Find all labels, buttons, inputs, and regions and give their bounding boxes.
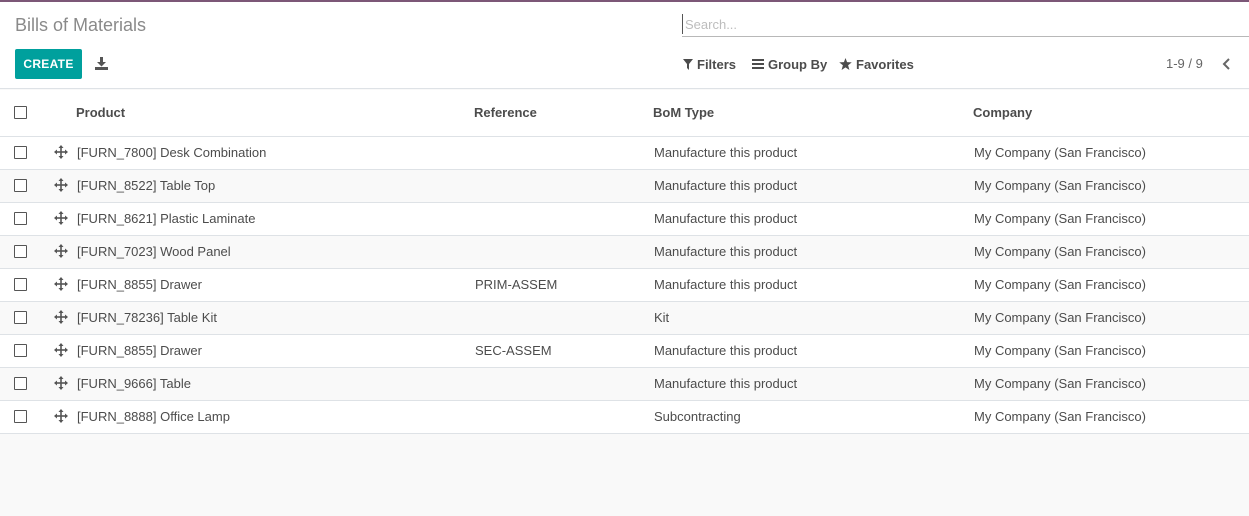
column-header-bom-type[interactable]: BoM Type bbox=[653, 105, 714, 120]
move-handle-icon[interactable] bbox=[54, 277, 68, 291]
cell-product: [FURN_8621] Plastic Laminate bbox=[77, 211, 256, 226]
cell-company: My Company (San Francisco) bbox=[974, 310, 1146, 325]
cell-bom-type: Manufacture this product bbox=[654, 343, 798, 358]
cell-bom-type: Manufacture this product bbox=[654, 376, 798, 391]
favorites-label: Favorites bbox=[856, 56, 914, 72]
row-checkbox[interactable] bbox=[14, 278, 27, 291]
row-checkbox[interactable] bbox=[14, 311, 27, 324]
table-row[interactable]: [FURN_8522] Table Top Manufacture this pr… bbox=[0, 170, 1249, 203]
cell-bom-type: Subcontracting bbox=[654, 409, 741, 424]
cell-bom-type: Manufacture this product bbox=[654, 178, 798, 193]
star-icon bbox=[839, 58, 852, 70]
cell-product: [FURN_78236] Table Kit bbox=[77, 310, 217, 325]
list-header: Product Reference BoM Type Company bbox=[0, 90, 1249, 137]
cell-bom-type: Manufacture this product bbox=[654, 277, 798, 292]
search-input[interactable] bbox=[682, 14, 1249, 34]
row-checkbox[interactable] bbox=[14, 212, 27, 225]
move-handle-icon[interactable] bbox=[54, 343, 68, 357]
cell-bom-type: Manufacture this product bbox=[654, 244, 798, 259]
control-panel: Bills of Materials CREATE Filters Group … bbox=[0, 2, 1249, 89]
move-handle-icon[interactable] bbox=[54, 376, 68, 390]
table-row[interactable]: [FURN_78236] Table Kit Kit My Company (San… bbox=[0, 302, 1249, 335]
filters-label: Filters bbox=[697, 56, 737, 72]
filter-icon bbox=[683, 58, 693, 70]
cell-company: My Company (San Francisco) bbox=[974, 211, 1146, 226]
move-handle-icon[interactable] bbox=[54, 211, 68, 225]
cell-product: [FURN_8522] Table Top bbox=[77, 178, 216, 193]
chevron-left-icon bbox=[1222, 58, 1230, 70]
create-button[interactable]: CREATE bbox=[15, 49, 82, 79]
cell-reference: PRIM-ASSEM bbox=[475, 277, 558, 292]
cell-company: My Company (San Francisco) bbox=[974, 343, 1146, 358]
groupby-label: Group By bbox=[768, 56, 828, 72]
column-header-product[interactable]: Product bbox=[76, 105, 125, 120]
bars-icon bbox=[752, 59, 764, 69]
cell-company: My Company (San Francisco) bbox=[974, 409, 1146, 424]
cell-product: [FURN_8855] Drawer bbox=[77, 277, 202, 292]
filters-button[interactable]: Filters bbox=[683, 55, 736, 73]
table-row[interactable]: [FURN_9666] Table Manufacture this produc… bbox=[0, 368, 1249, 401]
cell-company: My Company (San Francisco) bbox=[974, 178, 1146, 193]
table-row[interactable]: [FURN_8855] Drawer SEC-ASSEM Manufacture t… bbox=[0, 335, 1249, 368]
groupby-button[interactable]: Group By bbox=[752, 55, 827, 73]
row-checkbox[interactable] bbox=[14, 410, 27, 423]
cell-product: [FURN_9666] Table bbox=[77, 376, 191, 391]
table-row[interactable]: [FURN_7800] Desk Combination Manufacture … bbox=[0, 137, 1249, 170]
row-checkbox[interactable] bbox=[14, 146, 27, 159]
row-checkbox[interactable] bbox=[14, 344, 27, 357]
column-header-company[interactable]: Company bbox=[973, 105, 1032, 120]
table-row[interactable]: [FURN_8621] Plastic Laminate Manufacture … bbox=[0, 203, 1249, 236]
table-row[interactable]: [FURN_8888] Office Lamp Subcontracting My … bbox=[0, 401, 1249, 434]
move-handle-icon[interactable] bbox=[54, 409, 68, 423]
select-all-checkbox[interactable] bbox=[14, 106, 27, 119]
table-row[interactable]: [FURN_7023] Wood Panel Manufacture this p… bbox=[0, 236, 1249, 269]
move-handle-icon[interactable] bbox=[54, 145, 68, 159]
search-bar bbox=[682, 14, 1249, 37]
row-checkbox[interactable] bbox=[14, 377, 27, 390]
download-button[interactable] bbox=[92, 54, 110, 72]
cell-bom-type: Manufacture this product bbox=[654, 211, 798, 226]
pager-previous-button[interactable] bbox=[1219, 56, 1233, 72]
list-body: [FURN_7800] Desk Combination Manufacture … bbox=[0, 137, 1249, 434]
download-icon bbox=[94, 56, 108, 70]
cell-product: [FURN_7800] Desk Combination bbox=[77, 145, 267, 160]
favorites-button[interactable]: Favorites bbox=[839, 55, 914, 73]
row-checkbox[interactable] bbox=[14, 179, 27, 192]
move-handle-icon[interactable] bbox=[54, 178, 68, 192]
cell-product: [FURN_7023] Wood Panel bbox=[77, 244, 231, 259]
cell-reference: SEC-ASSEM bbox=[475, 343, 552, 358]
cell-company: My Company (San Francisco) bbox=[974, 376, 1146, 391]
cell-bom-type: Manufacture this product bbox=[654, 145, 798, 160]
page-title: Bills of Materials bbox=[15, 15, 147, 35]
cell-product: [FURN_8888] Office Lamp bbox=[77, 409, 230, 424]
cell-bom-type: Kit bbox=[654, 310, 670, 325]
move-handle-icon[interactable] bbox=[54, 244, 68, 258]
column-header-reference[interactable]: Reference bbox=[474, 105, 537, 120]
cell-company: My Company (San Francisco) bbox=[974, 277, 1146, 292]
cell-product: [FURN_8855] Drawer bbox=[77, 343, 202, 358]
cell-company: My Company (San Francisco) bbox=[974, 244, 1146, 259]
table-row[interactable]: [FURN_8855] Drawer PRIM-ASSEM Manufacture … bbox=[0, 269, 1249, 302]
row-checkbox[interactable] bbox=[14, 245, 27, 258]
move-handle-icon[interactable] bbox=[54, 310, 68, 324]
cell-company: My Company (San Francisco) bbox=[974, 145, 1146, 160]
pager-value[interactable]: 1-9 / 9 bbox=[1166, 56, 1203, 71]
